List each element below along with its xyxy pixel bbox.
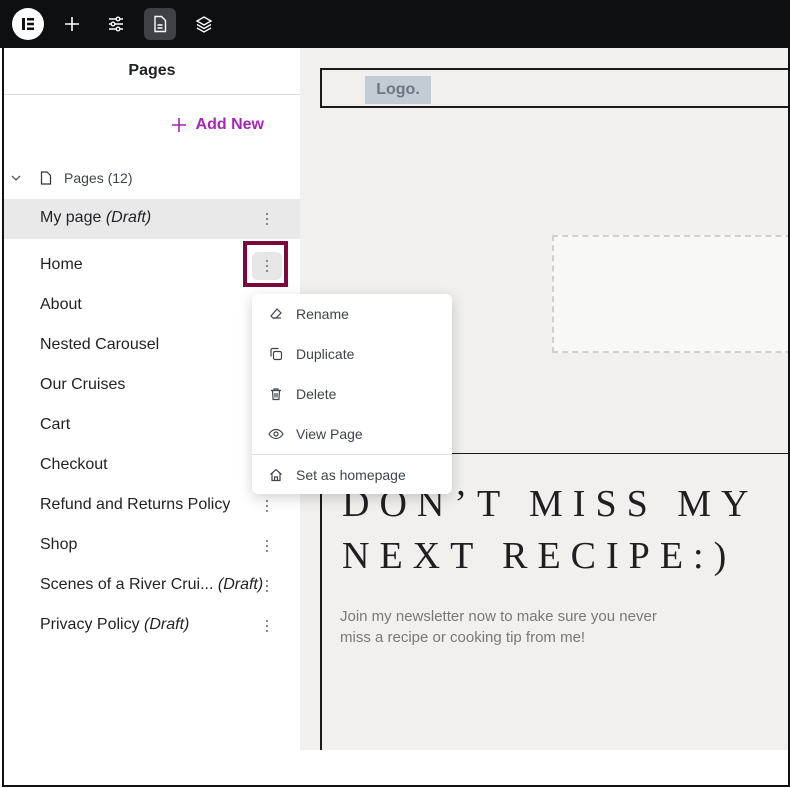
page-title-text: My page (Draft) [40,209,152,226]
home-icon [270,468,282,482]
add-new-page-button[interactable]: Add New [171,116,264,134]
eye-icon [268,428,284,440]
page-title-text: Our Cruises [40,376,126,393]
structure-button[interactable] [188,8,220,40]
page-title-text: Home [40,256,83,273]
page-title-text: Cart [40,416,71,433]
pages-button[interactable] [144,8,176,40]
eraser-icon [270,308,282,319]
page-title-text: Privacy Policy (Draft) [40,616,190,633]
more-vertical-icon [265,539,269,553]
page-title-text: Refund and Returns Policy [40,496,231,513]
page-options-button[interactable] [252,205,282,233]
plus-icon [171,118,186,132]
chevron-down-icon [11,175,21,181]
page-options-button[interactable] [252,532,282,560]
empty-container-dropzone[interactable] [552,235,788,353]
page-title-text: Scenes of a River Crui... (Draft) [40,576,264,593]
trash-icon [271,388,281,401]
menu-item-view-page[interactable]: View Page [252,414,452,454]
menu-item-set-as-homepage[interactable]: Set as homepage [252,455,452,495]
page-options-button[interactable] [252,572,282,600]
pages-group-toggle[interactable]: Pages (12) [4,166,300,192]
structure-layers-icon [195,16,213,33]
add-element-icon [65,17,79,31]
page-title-text: Checkout [40,456,108,473]
editor-topbar [0,0,790,48]
menu-item-rename[interactable]: Rename [252,294,452,334]
page-title-text: Shop [40,536,78,553]
more-vertical-icon [265,499,269,513]
page-options-button[interactable] [252,492,282,520]
page-context-menu: Rename Duplicate Delete View Page Set as… [252,294,452,494]
newsletter-subtext[interactable]: Join my newsletter now to make sure you … [340,606,670,648]
page-item[interactable]: My page (Draft) [4,199,300,239]
page-title-text: Nested Carousel [40,336,160,353]
canvas-bottom-strip [300,750,788,785]
more-vertical-icon [265,619,269,633]
site-settings-icon [109,16,123,32]
page-item[interactable]: Privacy Policy (Draft) [4,606,300,646]
pages-icon [154,15,167,33]
window-border-bottom [2,785,790,787]
menu-item-delete[interactable]: Delete [252,374,452,414]
page-options-button[interactable] [252,612,282,640]
header-section[interactable]: Logo. [320,68,788,108]
elementor-logo-icon [22,18,34,30]
copy-icon [270,347,283,361]
file-icon [40,171,52,185]
page-item[interactable]: Shop [4,526,300,566]
callout-highlight-box [243,241,288,287]
page-title-text: About [40,296,82,313]
logo-placeholder[interactable]: Logo. [365,76,431,104]
elementor-logo-button[interactable] [12,8,44,40]
more-vertical-icon [265,212,269,226]
more-vertical-icon [265,579,269,593]
site-settings-button[interactable] [100,8,132,40]
add-element-button[interactable] [56,8,88,40]
add-new-label: Add New [195,116,264,133]
page-item[interactable]: Scenes of a River Crui... (Draft) [4,566,300,606]
pages-group-label: Pages (12) [64,170,133,186]
menu-item-duplicate[interactable]: Duplicate [252,334,452,374]
panel-title: Pages [4,48,300,95]
